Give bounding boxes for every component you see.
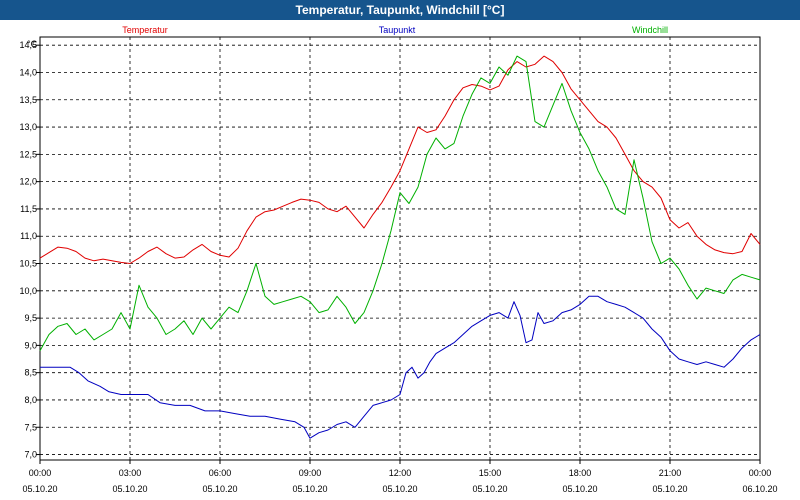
x-tick-label-time: 15:00 (479, 468, 502, 478)
x-tick-label-time: 12:00 (389, 468, 412, 478)
x-tick-label-date: 05.10.20 (22, 484, 57, 494)
y-tick-label: 8,5 (24, 368, 37, 378)
x-tick-label-time: 00:00 (29, 468, 52, 478)
y-tick-label: 11,5 (20, 204, 37, 214)
x-tick-label-date: 05.10.20 (112, 484, 147, 494)
x-tick-label-date: 05.10.20 (562, 484, 597, 494)
x-tick-label-date: 05.10.20 (202, 484, 237, 494)
legend-entry-taupunkt: Taupunkt (379, 25, 416, 35)
legend-entry-temperatur: Temperatur (122, 25, 168, 35)
y-tick-label: 7,0 (24, 450, 37, 460)
x-tick-label-date: 05.10.20 (382, 484, 417, 494)
x-tick-label-time: 09:00 (299, 468, 322, 478)
chart-window: Temperatur, Taupunkt, Windchill [°C] 14,… (0, 0, 800, 500)
y-tick-label: 9,0 (24, 340, 37, 350)
y-tick-label: 12,5 (19, 149, 37, 159)
y-tick-label: 13,0 (19, 122, 37, 132)
x-tick-label-time: 03:00 (119, 468, 142, 478)
y-tick-label: 8,0 (24, 395, 37, 405)
y-tick-label: 12,0 (19, 177, 37, 187)
x-tick-label-date: 05.10.20 (292, 484, 327, 494)
x-tick-label-date: 05.10.20 (652, 484, 687, 494)
y-tick-label: 14,0 (19, 67, 37, 77)
legend-entry-windchill: Windchill (632, 25, 668, 35)
x-tick-label-time: 21:00 (659, 468, 682, 478)
x-tick-label-date: 05.10.20 (472, 484, 507, 494)
y-tick-label: 7,5 (24, 422, 37, 432)
x-tick-label-date: 06.10.20 (742, 484, 777, 494)
line-chart: 14,514,013,513,012,512,011,511,010,510,0… (19, 25, 777, 494)
y-tick-label: 10,0 (19, 286, 37, 296)
y-tick-label: 13,5 (19, 95, 37, 105)
x-tick-label-time: 00:00 (749, 468, 772, 478)
y-tick-label: 10,5 (19, 259, 37, 269)
x-tick-label-time: 06:00 (209, 468, 232, 478)
y-tick-label: 11,0 (20, 231, 37, 241)
y-tick-label: 9,5 (24, 313, 37, 323)
x-tick-label-time: 18:00 (569, 468, 592, 478)
y-axis-label: °C (27, 39, 38, 49)
